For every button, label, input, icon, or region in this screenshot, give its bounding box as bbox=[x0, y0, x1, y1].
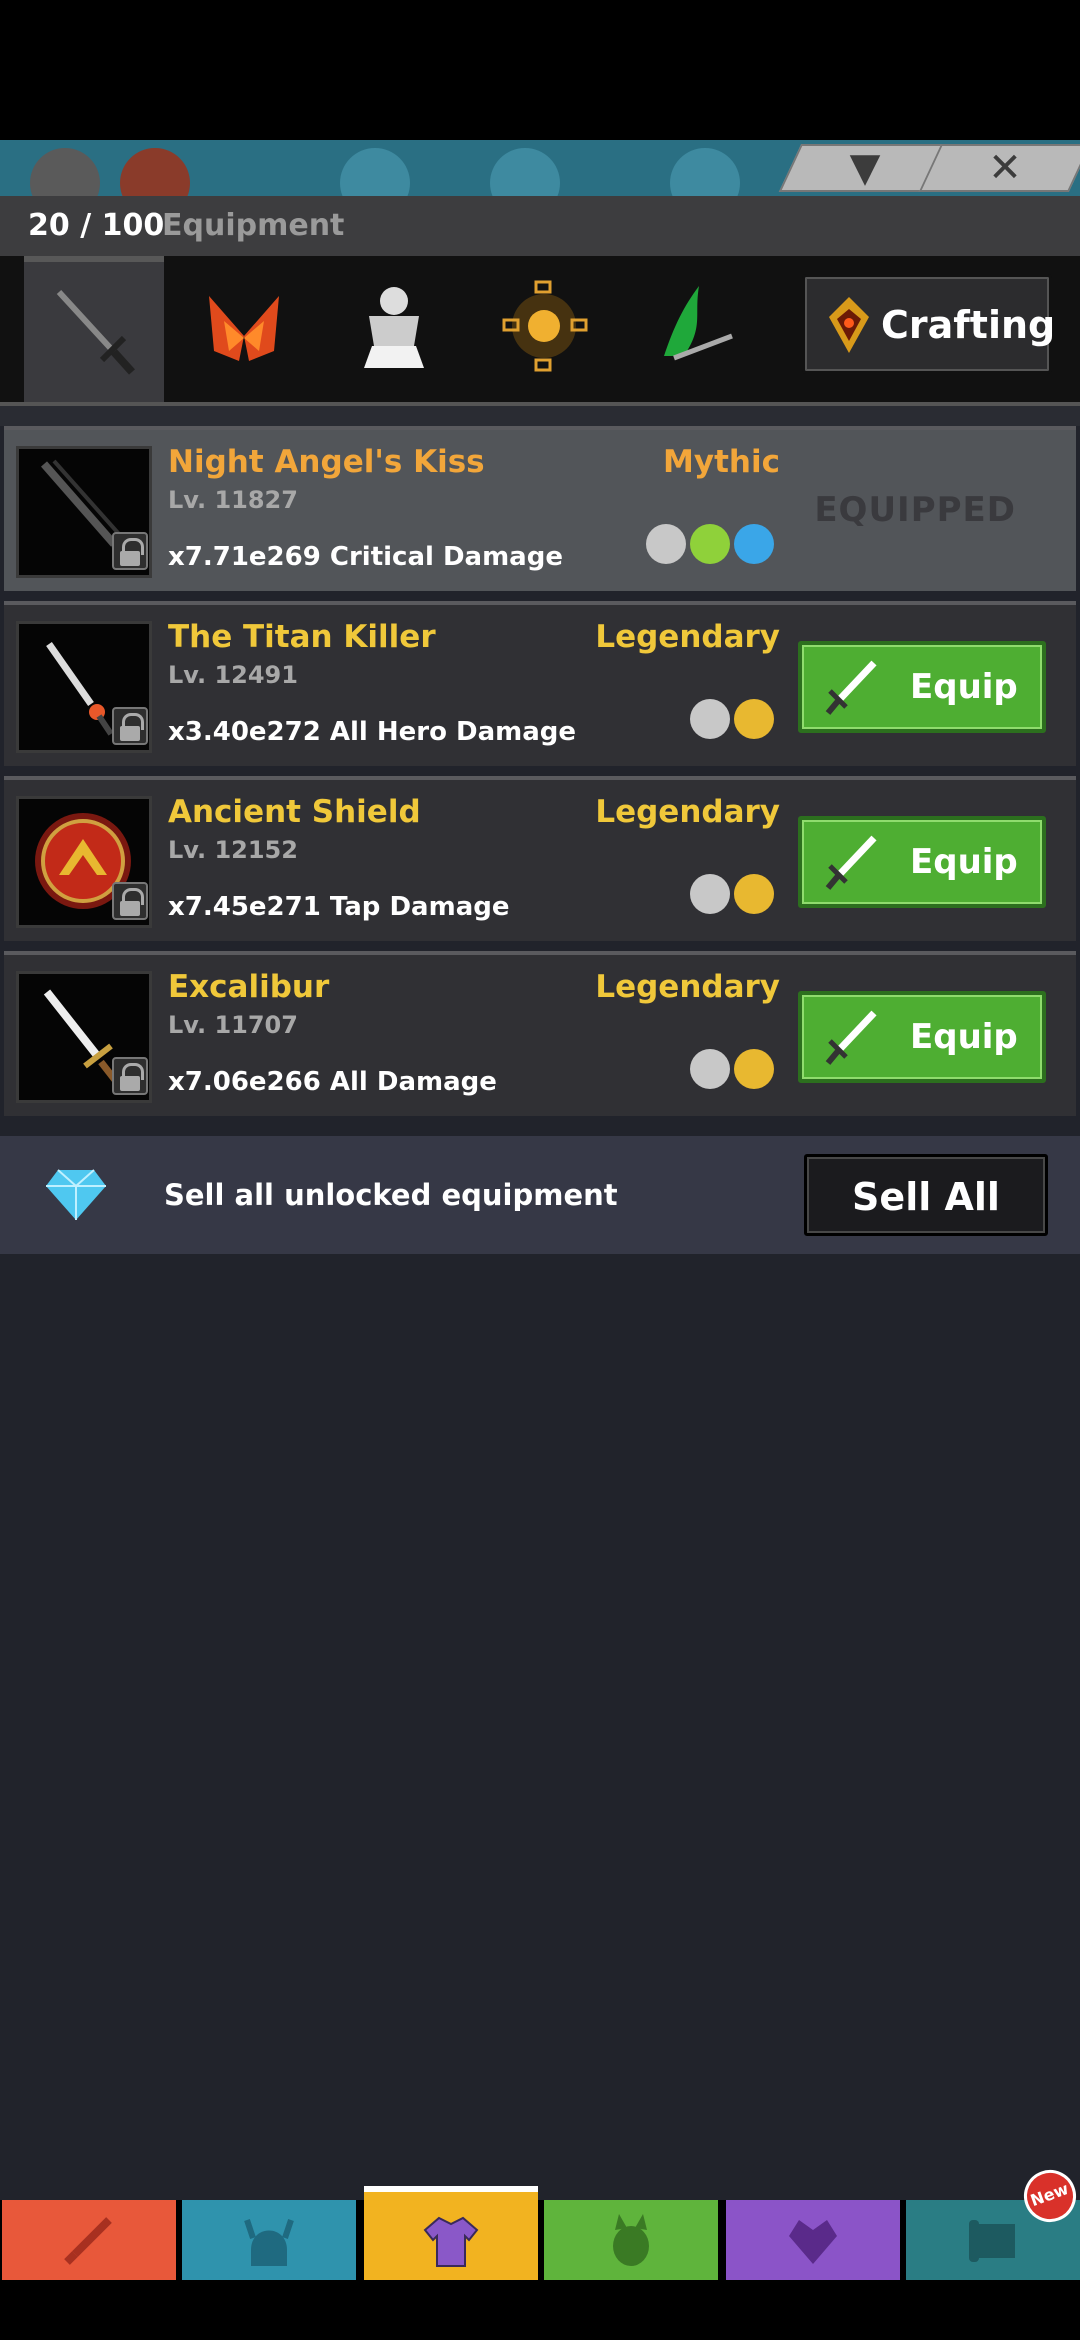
item-rarity: Legendary bbox=[595, 969, 780, 1005]
warrior-icon bbox=[646, 524, 686, 564]
sword-icon bbox=[825, 835, 877, 890]
lock-icon[interactable] bbox=[112, 707, 148, 745]
artifact-icon bbox=[789, 2220, 837, 2264]
sword-icon bbox=[825, 660, 877, 715]
viking-helmet-icon bbox=[244, 2219, 294, 2266]
panel-title: Equipment bbox=[162, 208, 345, 243]
sword-icon bbox=[825, 1010, 877, 1065]
crafting-button[interactable]: Crafting bbox=[802, 274, 1056, 374]
aura-category-icon bbox=[502, 280, 588, 372]
close-panel-button[interactable]: ✕ bbox=[918, 144, 1080, 192]
set-icons bbox=[690, 1049, 774, 1093]
warrior-icon bbox=[690, 874, 730, 914]
equipment-item-night-angels-kiss[interactable]: Night Angel's Kiss Lv. 11827 x7.71e269 C… bbox=[4, 426, 1076, 591]
nav-tab-heroes[interactable] bbox=[182, 2200, 356, 2280]
shirt-icon bbox=[423, 2216, 479, 2267]
equip-button[interactable]: Equip bbox=[798, 816, 1046, 908]
claw-icon bbox=[734, 699, 774, 739]
tab-aura[interactable] bbox=[474, 256, 614, 402]
equip-button[interactable]: Equip bbox=[798, 641, 1046, 733]
category-tabs: Crafting bbox=[0, 256, 1080, 402]
wings-category-icon bbox=[209, 296, 279, 361]
diamond-icon bbox=[46, 1169, 106, 1220]
sell-all-label: Sell All bbox=[852, 1175, 1000, 1219]
set-icons bbox=[690, 874, 774, 918]
item-level: Lv. 11707 bbox=[168, 1011, 298, 1039]
panel-controls: ▼ ✕ bbox=[778, 140, 1080, 192]
tab-armor[interactable] bbox=[324, 256, 464, 402]
item-rarity: Legendary bbox=[595, 794, 780, 830]
divider bbox=[0, 402, 1080, 426]
equipment-count: 20 / 100 bbox=[28, 208, 165, 243]
lock-icon[interactable] bbox=[112, 532, 148, 570]
equipment-panel: 20 / 100 Equipment Crafting Night Angel'… bbox=[0, 196, 1080, 2200]
item-name: Ancient Shield bbox=[168, 794, 421, 830]
item-name: Excalibur bbox=[168, 969, 330, 1005]
sell-all-row: Sell all unlocked equipment Sell All bbox=[0, 1136, 1080, 1254]
nav-tab-artifacts[interactable] bbox=[726, 2200, 900, 2280]
set-icons bbox=[646, 524, 774, 568]
crafting-label: Crafting bbox=[881, 303, 1056, 347]
settings-gear-icon[interactable] bbox=[30, 148, 100, 196]
new-badge-label: New bbox=[1027, 2178, 1072, 2211]
equip-label: Equip bbox=[910, 667, 1018, 707]
item-rarity: Mythic bbox=[663, 444, 780, 480]
item-bonus: x3.40e272 All Hero Damage bbox=[168, 717, 577, 747]
item-bonus: x7.06e266 All Damage bbox=[168, 1067, 497, 1097]
item-name: Night Angel's Kiss bbox=[168, 444, 485, 480]
pet-icon bbox=[613, 2214, 649, 2266]
equipment-item-ancient-shield[interactable]: Ancient Shield Lv. 12152 x7.45e271 Tap D… bbox=[4, 776, 1076, 941]
warrior-icon bbox=[690, 699, 730, 739]
claw-icon bbox=[734, 874, 774, 914]
nav-tab-pets[interactable] bbox=[544, 2200, 718, 2280]
sell-all-description: Sell all unlocked equipment bbox=[164, 1178, 618, 1212]
hud-icon-2[interactable] bbox=[490, 148, 560, 196]
tab-helmet[interactable] bbox=[174, 256, 314, 402]
equip-label: Equip bbox=[910, 842, 1018, 882]
leaf-icon bbox=[690, 524, 730, 564]
armor-category-icon bbox=[364, 287, 424, 368]
hud-icon-1[interactable] bbox=[340, 148, 410, 196]
claw-icon bbox=[734, 1049, 774, 1089]
status-area bbox=[0, 0, 1080, 140]
chevron-down-icon: ▼ bbox=[849, 145, 881, 191]
sword-nav-icon bbox=[64, 2217, 112, 2265]
tab-slash[interactable] bbox=[624, 256, 764, 402]
sword-category-icon bbox=[56, 289, 135, 375]
nav-tab-sword[interactable] bbox=[2, 2200, 176, 2280]
equipped-status: EQUIPPED bbox=[814, 490, 1016, 530]
ice-icon bbox=[734, 524, 774, 564]
close-icon: ✕ bbox=[988, 145, 1022, 191]
lock-icon[interactable] bbox=[112, 1057, 148, 1095]
equipment-count-bar: 20 / 100 Equipment bbox=[0, 196, 1080, 256]
item-rarity: Legendary bbox=[595, 619, 780, 655]
item-level: Lv. 12152 bbox=[168, 836, 298, 864]
scroll-icon bbox=[969, 2220, 1015, 2262]
item-level: Lv. 12491 bbox=[168, 661, 298, 689]
lock-icon[interactable] bbox=[112, 882, 148, 920]
equipment-item-excalibur[interactable]: Excalibur Lv. 11707 x7.06e266 All Damage… bbox=[4, 951, 1076, 1116]
clan-icon[interactable] bbox=[120, 148, 190, 196]
equipment-item-the-titan-killer[interactable]: The Titan Killer Lv. 12491 x3.40e272 All… bbox=[4, 601, 1076, 766]
item-level: Lv. 11827 bbox=[168, 486, 298, 514]
set-icons bbox=[690, 699, 774, 743]
nav-tab-equipment[interactable] bbox=[364, 2186, 538, 2280]
tab-sword[interactable] bbox=[24, 256, 164, 402]
crafting-gem-icon bbox=[829, 297, 869, 353]
slash-category-icon bbox=[664, 286, 733, 361]
bottom-nav: New bbox=[0, 2162, 1080, 2340]
item-bonus: x7.71e269 Critical Damage bbox=[168, 542, 563, 572]
sell-all-button[interactable]: Sell All bbox=[804, 1154, 1048, 1236]
warrior-icon bbox=[690, 1049, 730, 1089]
item-bonus: x7.45e271 Tap Damage bbox=[168, 892, 510, 922]
equip-button[interactable]: Equip bbox=[798, 991, 1046, 1083]
item-name: The Titan Killer bbox=[168, 619, 436, 655]
equip-label: Equip bbox=[910, 1017, 1018, 1057]
hud-icon-3[interactable] bbox=[670, 148, 740, 196]
